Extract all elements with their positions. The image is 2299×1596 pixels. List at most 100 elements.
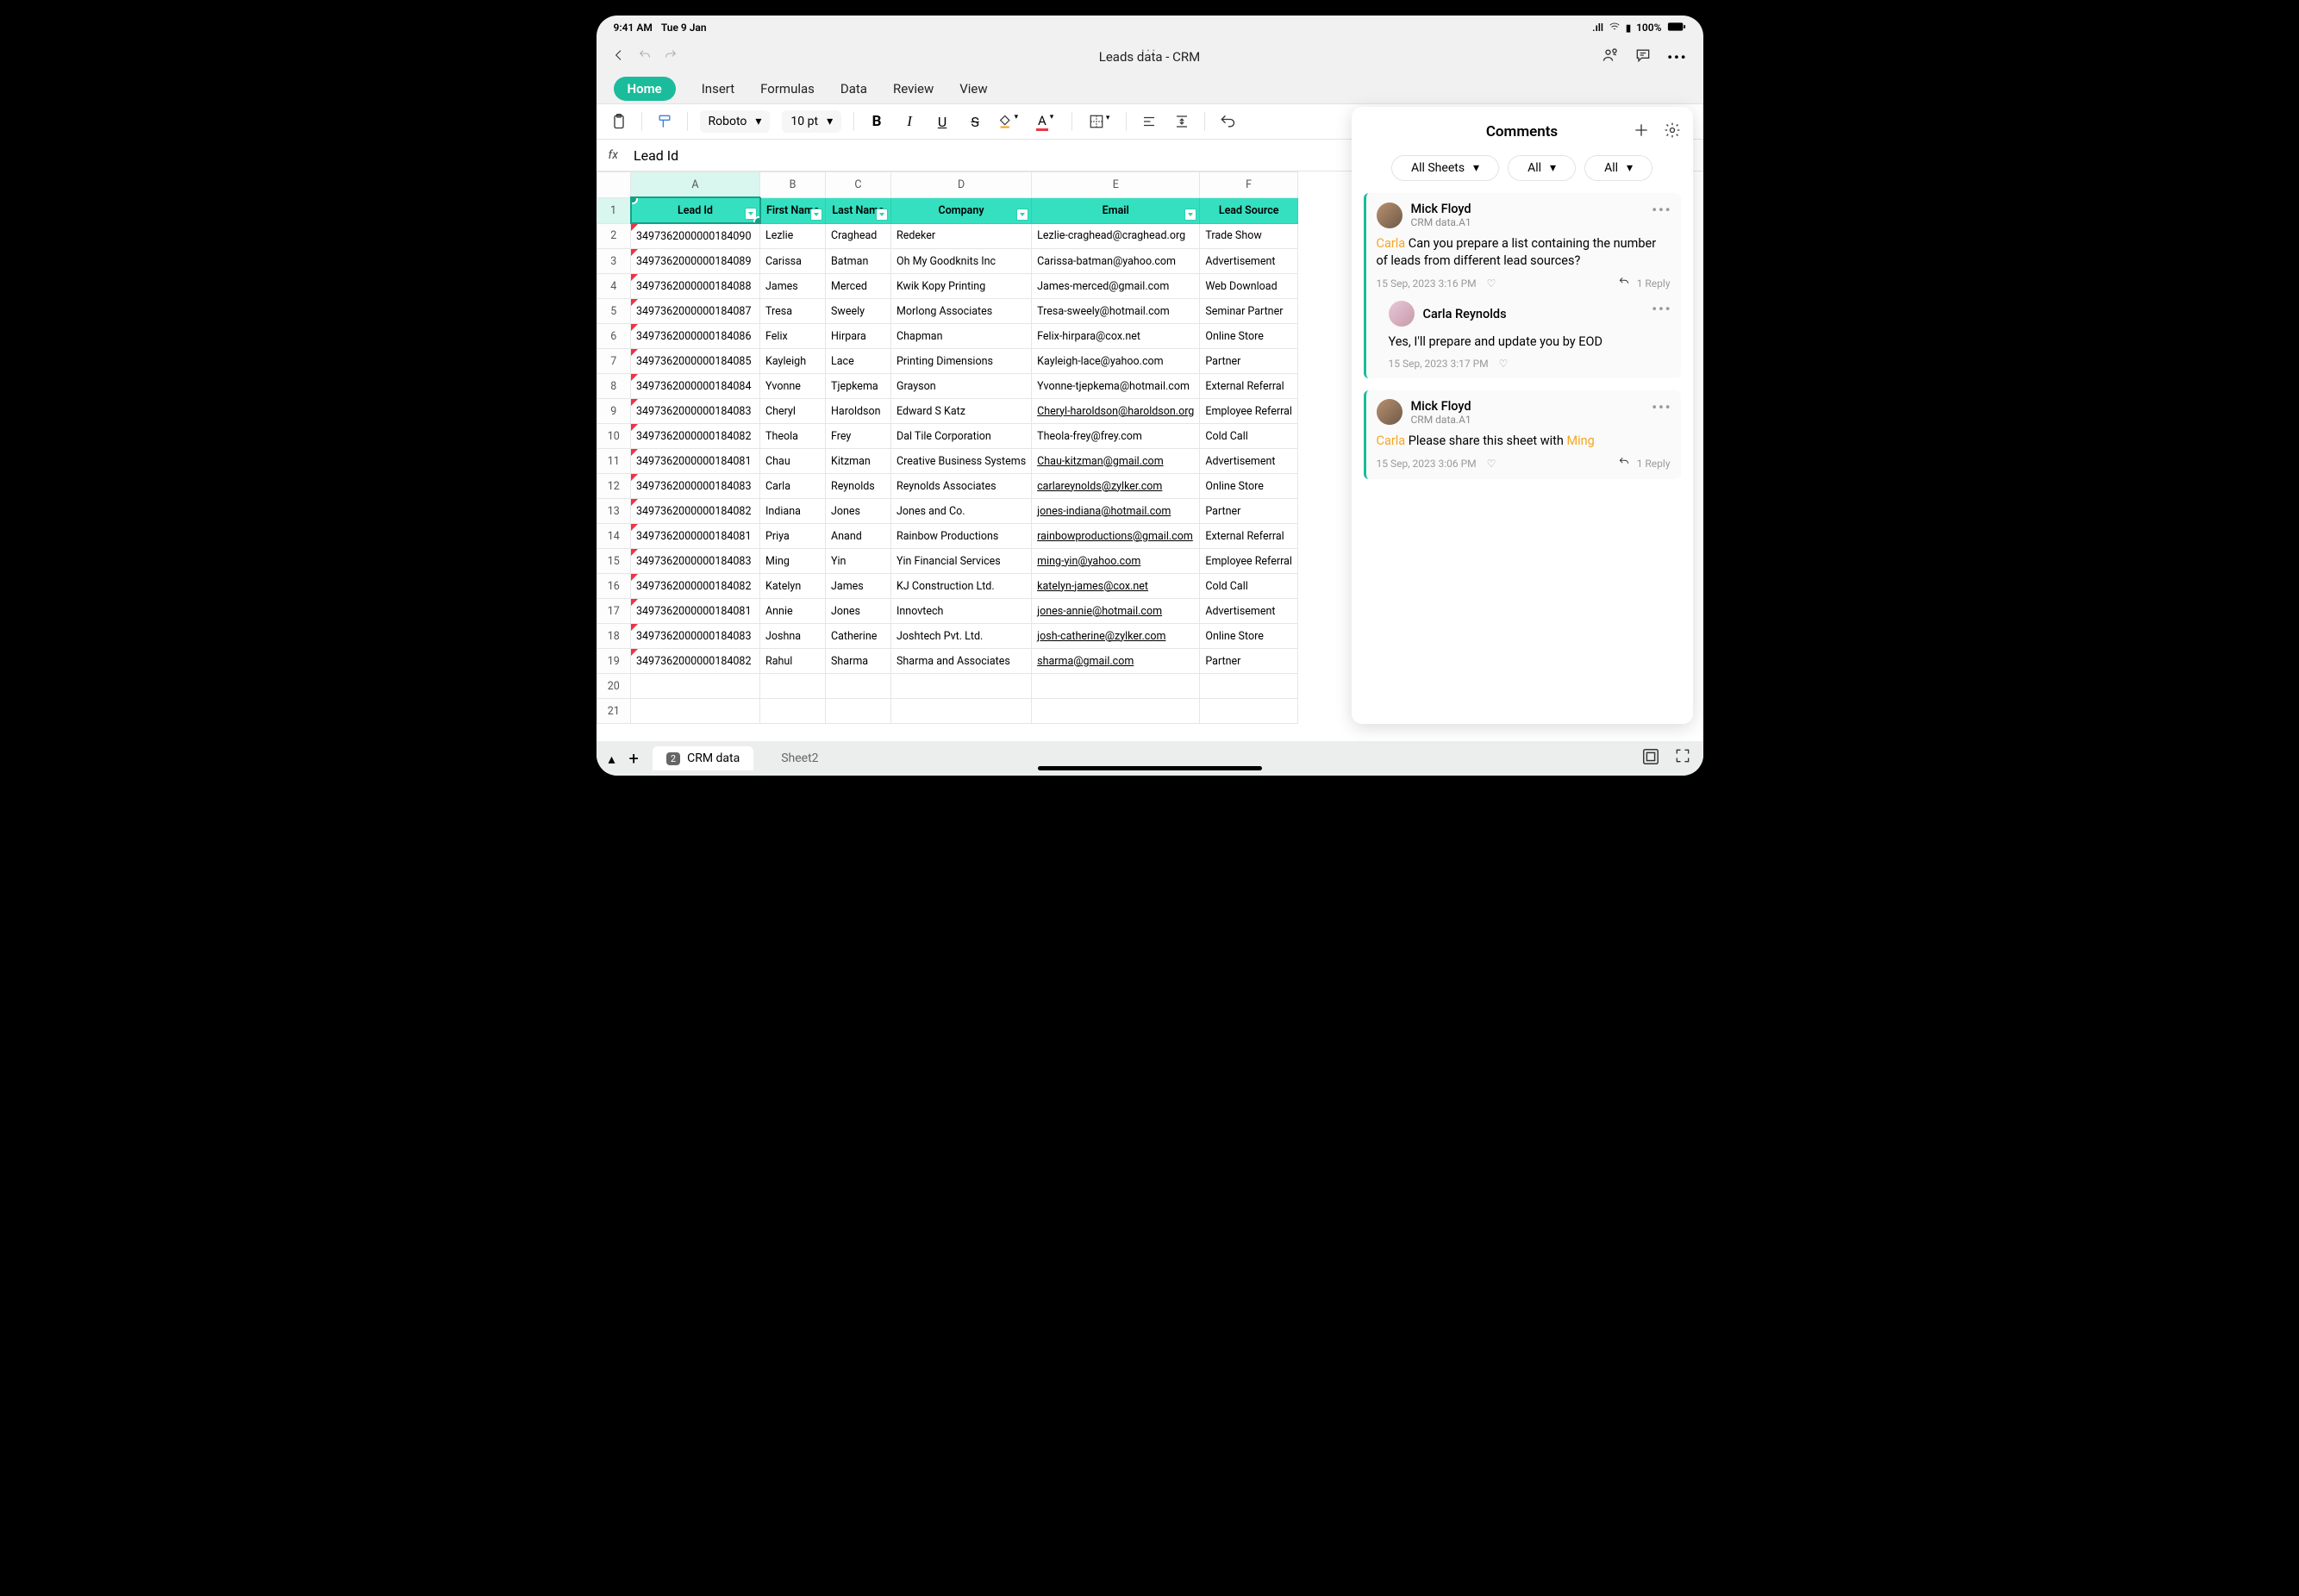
spreadsheet-grid[interactable]: A B C D E F 1 Lead Id First Name Last Na…: [597, 171, 1298, 724]
cell[interactable]: Theola: [760, 424, 826, 449]
cell[interactable]: Reynolds Associates: [891, 474, 1032, 499]
cell[interactable]: Lead Source: [1200, 197, 1298, 223]
align-v-button[interactable]: [1171, 114, 1192, 129]
formula-value[interactable]: Lead Id: [634, 147, 678, 164]
cell[interactable]: Redeker: [891, 223, 1032, 249]
filter-icon[interactable]: [1016, 209, 1028, 221]
cell[interactable]: jones-annie@hotmail.com: [1032, 599, 1200, 624]
cell[interactable]: Ming: [760, 549, 826, 574]
font-size-select[interactable]: 10 pt▾: [782, 110, 841, 133]
row-header[interactable]: 2: [597, 223, 631, 249]
row-header[interactable]: 14: [597, 524, 631, 549]
cell[interactable]: Carla: [760, 474, 826, 499]
cell[interactable]: Employee Referral: [1200, 399, 1298, 424]
cell[interactable]: Yin Financial Services: [891, 549, 1032, 574]
row-header[interactable]: 17: [597, 599, 631, 624]
row-header[interactable]: 5: [597, 299, 631, 324]
row-header[interactable]: 3: [597, 249, 631, 274]
home-indicator[interactable]: [1038, 766, 1262, 770]
cell[interactable]: Oh My Goodknits Inc: [891, 249, 1032, 274]
cell[interactable]: Partner: [1200, 649, 1298, 674]
cell[interactable]: Trade Show: [1200, 223, 1298, 249]
cell[interactable]: 3497362000000184086: [631, 324, 760, 349]
cell[interactable]: 3497362000000184083: [631, 399, 760, 424]
tab-view[interactable]: View: [959, 81, 987, 97]
col-header-a[interactable]: A: [631, 172, 760, 198]
cell[interactable]: Advertisement: [1200, 449, 1298, 474]
italic-button[interactable]: I: [899, 113, 920, 130]
col-header-c[interactable]: C: [826, 172, 891, 198]
reply-icon[interactable]: [1618, 276, 1630, 290]
reply-count[interactable]: 1 Reply: [1637, 458, 1671, 470]
cell[interactable]: 3497362000000184082: [631, 499, 760, 524]
undo-button[interactable]: [638, 48, 652, 65]
mention[interactable]: Carla: [1377, 433, 1406, 448]
cell[interactable]: External Referral: [1200, 374, 1298, 399]
cell[interactable]: Last Name: [826, 197, 891, 223]
tab-insert[interactable]: Insert: [702, 81, 734, 97]
row-header[interactable]: 15: [597, 549, 631, 574]
cell[interactable]: Frey: [826, 424, 891, 449]
cell[interactable]: 3497362000000184082: [631, 649, 760, 674]
cell[interactable]: Yin: [826, 549, 891, 574]
tab-data[interactable]: Data: [840, 81, 867, 97]
filter-all-2[interactable]: All▾: [1584, 155, 1652, 181]
cell[interactable]: Rahul: [760, 649, 826, 674]
cell[interactable]: josh-catherine@zylker.com: [1032, 624, 1200, 649]
more-button[interactable]: •••: [1667, 49, 1687, 65]
cell[interactable]: Catherine: [826, 624, 891, 649]
filter-icon[interactable]: [876, 209, 888, 221]
add-sheet-button[interactable]: +: [629, 748, 639, 769]
cell[interactable]: Cheryl: [760, 399, 826, 424]
strike-button[interactable]: S: [965, 114, 985, 130]
cell[interactable]: Felix: [760, 324, 826, 349]
cell[interactable]: Online Store: [1200, 324, 1298, 349]
cell[interactable]: 3497362000000184083: [631, 624, 760, 649]
cell[interactable]: Innovtech: [891, 599, 1032, 624]
cell[interactable]: Reynolds: [826, 474, 891, 499]
sheets-menu-button[interactable]: ▴: [609, 751, 615, 767]
cell[interactable]: Carissa: [760, 249, 826, 274]
cell[interactable]: Grayson: [891, 374, 1032, 399]
row-header[interactable]: 7: [597, 349, 631, 374]
cell[interactable]: Kitzman: [826, 449, 891, 474]
reply-count[interactable]: 1 Reply: [1637, 277, 1671, 290]
cell[interactable]: ming-yin@yahoo.com: [1032, 549, 1200, 574]
cell[interactable]: Online Store: [1200, 474, 1298, 499]
comment-location[interactable]: CRM data.A1: [1411, 414, 1471, 426]
cell[interactable]: Chau: [760, 449, 826, 474]
filter-icon[interactable]: [810, 209, 822, 221]
like-icon[interactable]: ♡: [1487, 277, 1496, 290]
row-header[interactable]: 13: [597, 499, 631, 524]
like-icon[interactable]: ♡: [1487, 458, 1496, 470]
row-header[interactable]: 20: [597, 674, 631, 699]
thread-more-icon[interactable]: •••: [1652, 202, 1671, 218]
cell[interactable]: Online Store: [1200, 624, 1298, 649]
row-header[interactable]: 12: [597, 474, 631, 499]
cell[interactable]: Lace: [826, 349, 891, 374]
back-button[interactable]: [612, 48, 626, 65]
keyboard-button[interactable]: [1641, 747, 1660, 770]
cell[interactable]: Seminar Partner: [1200, 299, 1298, 324]
underline-button[interactable]: U: [932, 114, 953, 130]
cell[interactable]: Indiana: [760, 499, 826, 524]
col-header-f[interactable]: F: [1200, 172, 1298, 198]
cell[interactable]: katelyn-james@cox.net: [1032, 574, 1200, 599]
cell[interactable]: James: [826, 574, 891, 599]
cell[interactable]: jones-indiana@hotmail.com: [1032, 499, 1200, 524]
cell[interactable]: Tresa-sweely@hotmail.com: [1032, 299, 1200, 324]
cell[interactable]: Joshna: [760, 624, 826, 649]
fx-icon[interactable]: fx: [609, 148, 618, 162]
cell[interactable]: 3497362000000184081: [631, 449, 760, 474]
row-header[interactable]: 21: [597, 699, 631, 724]
share-button[interactable]: [1602, 47, 1619, 67]
row-header[interactable]: 11: [597, 449, 631, 474]
cell[interactable]: Annie: [760, 599, 826, 624]
text-color-button[interactable]: A▾: [1030, 113, 1059, 131]
reply-icon[interactable]: [1618, 456, 1630, 471]
cell[interactable]: Morlong Associates: [891, 299, 1032, 324]
paste-button[interactable]: [609, 113, 629, 130]
thread-more-icon[interactable]: •••: [1652, 301, 1671, 317]
cell[interactable]: Edward S Katz: [891, 399, 1032, 424]
cell[interactable]: Chau-kitzman@gmail.com: [1032, 449, 1200, 474]
